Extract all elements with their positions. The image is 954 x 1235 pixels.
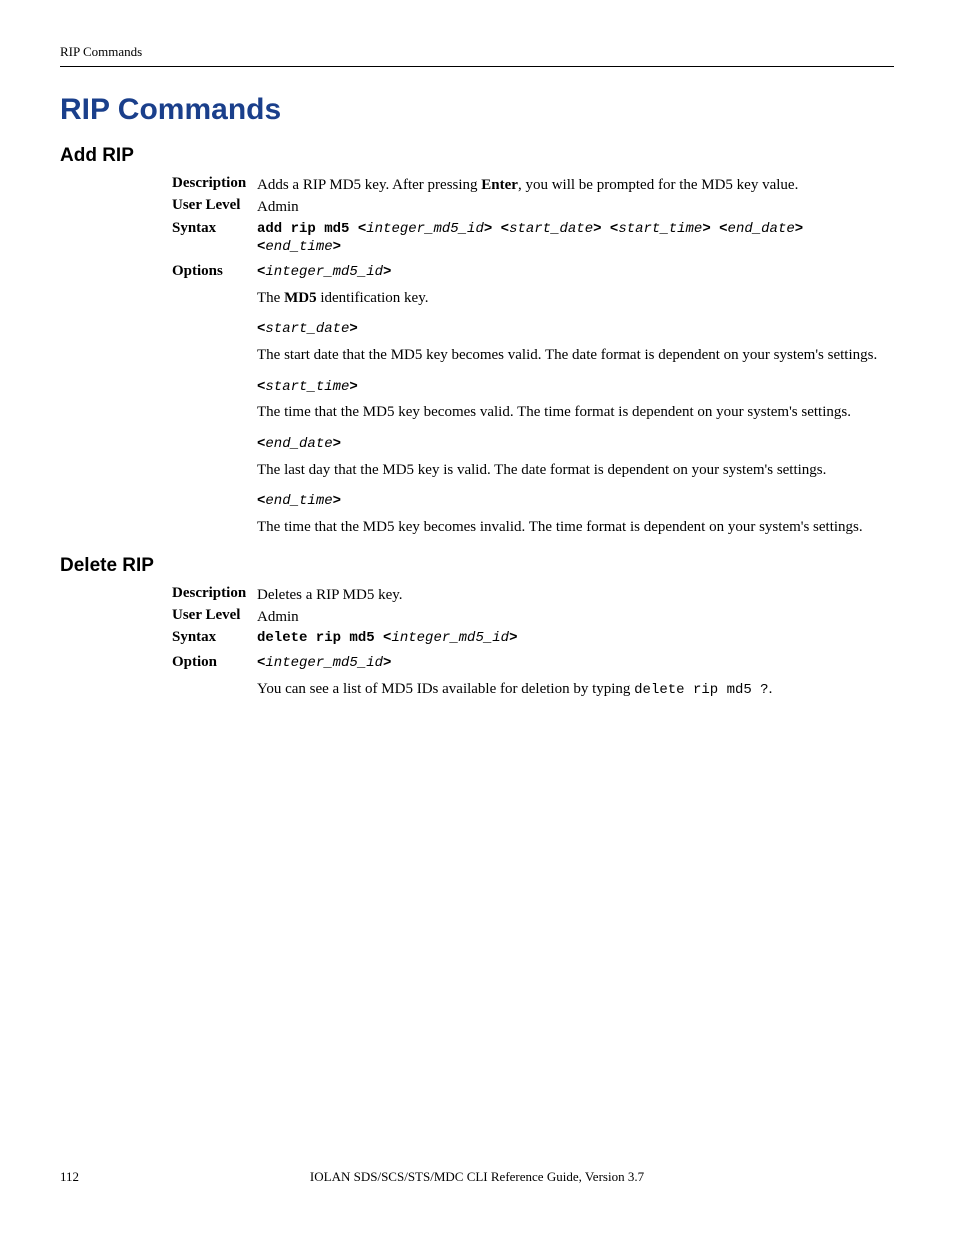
syntax-bracket: >: [509, 630, 517, 646]
userlevel-value: Admin: [257, 197, 894, 217]
syntax-bracket: >: [593, 221, 601, 237]
syntax-param-3: end_date: [728, 221, 795, 237]
option-row: Option <integer_md5_id>: [172, 654, 894, 673]
syntax-bracket: <: [501, 221, 509, 237]
footer-title: IOLAN SDS/SCS/STS/MDC CLI Reference Guid…: [310, 1169, 644, 1185]
page-number: 112: [60, 1169, 79, 1185]
description-row: Description Adds a RIP MD5 key. After pr…: [172, 175, 894, 195]
param-name: end_time: [265, 493, 332, 509]
delete-option-desc-pre: You can see a list of MD5 IDs available …: [257, 681, 634, 697]
syntax-label: Syntax: [172, 220, 257, 237]
option-label: Option: [172, 654, 257, 671]
option-0-desc: The MD5 identification key.: [257, 288, 894, 308]
option-3-param: <end_date>: [257, 435, 894, 454]
userlevel-label: User Level: [172, 607, 257, 624]
description-label: Description: [172, 585, 257, 602]
param-bracket: >: [349, 321, 357, 337]
description-text-bold: Enter: [481, 177, 518, 193]
param-bracket: >: [333, 436, 341, 452]
option-2-param: <start_time>: [257, 378, 894, 397]
syntax-cmd: delete rip md5: [257, 630, 375, 646]
delete-rip-block: Description Deletes a RIP MD5 key. User …: [172, 585, 894, 700]
syntax-label: Syntax: [172, 629, 257, 646]
syntax-param-4: end_time: [265, 239, 332, 255]
syntax-value: add rip md5 <integer_md5_id> <start_date…: [257, 220, 894, 258]
param-bracket: >: [349, 379, 357, 395]
delete-option-desc: You can see a list of MD5 IDs available …: [257, 679, 894, 700]
syntax-row: Syntax add rip md5 <integer_md5_id> <sta…: [172, 220, 894, 258]
syntax-param-0: integer_md5_id: [366, 221, 484, 237]
userlevel-row: User Level Admin: [172, 607, 894, 627]
syntax-value: delete rip md5 <integer_md5_id>: [257, 629, 894, 648]
option-0-desc-pre: The: [257, 290, 284, 306]
page-footer: 112 IOLAN SDS/SCS/STS/MDC CLI Reference …: [60, 1169, 894, 1185]
param-bracket: >: [333, 493, 341, 509]
syntax-bracket: >: [795, 221, 803, 237]
syntax-param-2: start_time: [618, 221, 702, 237]
syntax-bracket: >: [484, 221, 492, 237]
param-bracket: >: [383, 264, 391, 280]
userlevel-row: User Level Admin: [172, 197, 894, 217]
syntax-bracket: >: [702, 221, 710, 237]
userlevel-label: User Level: [172, 197, 257, 214]
syntax-bracket: <: [719, 221, 727, 237]
option-4-param: <end_time>: [257, 492, 894, 511]
param-name: integer_md5_id: [265, 655, 383, 671]
page-title: RIP Commands: [60, 93, 894, 127]
description-text-pre: Adds a RIP MD5 key. After pressing: [257, 177, 481, 193]
options-row: Options <integer_md5_id>: [172, 263, 894, 282]
param-bracket: >: [383, 655, 391, 671]
section-heading-add-rip: Add RIP: [60, 145, 894, 167]
userlevel-value: Admin: [257, 607, 894, 627]
description-text-post: , you will be prompted for the MD5 key v…: [518, 177, 798, 193]
option-4-desc: The time that the MD5 key becomes invali…: [257, 517, 894, 537]
syntax-bracket: >: [333, 239, 341, 255]
option-0-desc-bold: MD5: [284, 290, 317, 306]
delete-option-desc-mono: delete rip md5 ?: [634, 682, 768, 698]
syntax-row: Syntax delete rip md5 <integer_md5_id>: [172, 629, 894, 648]
delete-option-desc-post: .: [769, 681, 773, 697]
options-label: Options: [172, 263, 257, 280]
option-1-param: <start_date>: [257, 320, 894, 339]
option-0-param: <integer_md5_id>: [257, 263, 894, 282]
param-name: start_time: [265, 379, 349, 395]
delete-option-param: <integer_md5_id>: [257, 654, 894, 673]
add-rip-block: Description Adds a RIP MD5 key. After pr…: [172, 175, 894, 537]
section-heading-delete-rip: Delete RIP: [60, 555, 894, 577]
syntax-bracket: <: [358, 221, 366, 237]
description-value: Deletes a RIP MD5 key.: [257, 585, 894, 605]
syntax-param-0: integer_md5_id: [391, 630, 509, 646]
option-1-desc: The start date that the MD5 key becomes …: [257, 345, 894, 365]
syntax-cmd: add rip md5: [257, 221, 349, 237]
option-0-desc-post: identification key.: [317, 290, 429, 306]
description-row: Description Deletes a RIP MD5 key.: [172, 585, 894, 605]
param-name: end_date: [265, 436, 332, 452]
param-name: integer_md5_id: [265, 264, 383, 280]
option-3-desc: The last day that the MD5 key is valid. …: [257, 460, 894, 480]
param-name: start_date: [265, 321, 349, 337]
description-value: Adds a RIP MD5 key. After pressing Enter…: [257, 175, 894, 195]
option-2-desc: The time that the MD5 key becomes valid.…: [257, 402, 894, 422]
syntax-param-1: start_date: [509, 221, 593, 237]
running-header: RIP Commands: [60, 44, 894, 67]
description-label: Description: [172, 175, 257, 192]
